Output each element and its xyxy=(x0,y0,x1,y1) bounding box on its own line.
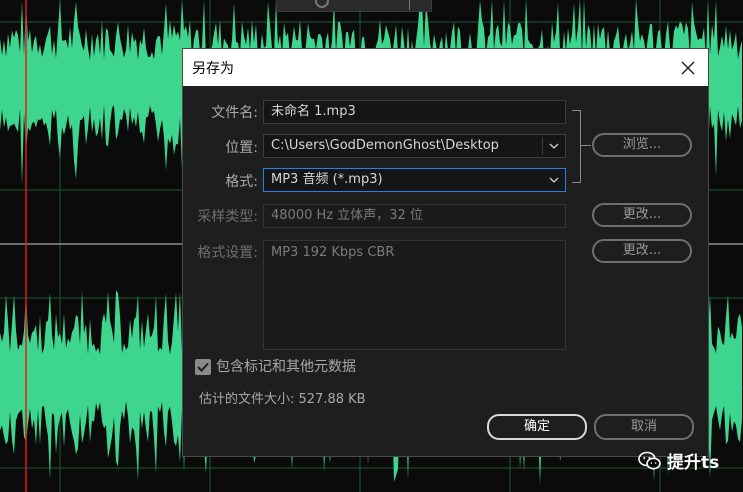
group-bracket xyxy=(572,110,581,183)
sample-type-field: 48000 Hz 立体声，32 位 xyxy=(263,204,566,228)
watermark: 提升ts xyxy=(638,448,719,473)
format-settings-field: MP3 192 Kbps CBR xyxy=(263,240,566,350)
filename-input[interactable]: 未命名 1.mp3 xyxy=(263,100,566,124)
dialog-titlebar[interactable]: 另存为 xyxy=(183,49,708,86)
location-value: C:\Users\GodDemonGhost\Desktop xyxy=(271,138,499,153)
filename-value: 未命名 1.mp3 xyxy=(271,104,356,119)
ok-button[interactable]: 确定 xyxy=(487,414,587,440)
include-markers-label[interactable]: 包含标记和其他元数据 xyxy=(216,359,356,375)
knob-icon[interactable] xyxy=(315,0,329,8)
format-dropdown-button[interactable] xyxy=(543,169,565,191)
format-value: MP3 音频 (*.mp3) xyxy=(271,172,383,187)
format-label: 格式: xyxy=(225,174,258,190)
wechat-icon xyxy=(638,451,661,469)
sample-type-value: 48000 Hz 立体声，32 位 xyxy=(271,208,423,223)
location-label: 位置: xyxy=(225,140,258,156)
include-markers-checkbox[interactable] xyxy=(195,359,211,375)
filename-label: 文件名: xyxy=(211,105,258,121)
group-bracket-tick xyxy=(580,145,591,146)
change-sample-type-button[interactable]: 更改... xyxy=(592,203,692,227)
change-format-settings-button[interactable]: 更改... xyxy=(592,239,692,263)
chevron-down-icon xyxy=(549,177,559,183)
tick-mark xyxy=(409,0,410,10)
format-settings-label: 格式设置: xyxy=(197,245,258,261)
cancel-button[interactable]: 取消 xyxy=(594,414,694,440)
close-icon xyxy=(681,61,695,74)
format-select[interactable]: MP3 音频 (*.mp3) xyxy=(263,168,566,192)
browse-button[interactable]: 浏览... xyxy=(592,133,692,157)
transport-widget[interactable] xyxy=(276,0,432,12)
checkmark-icon xyxy=(197,362,209,372)
dialog-title: 另存为 xyxy=(192,61,234,77)
save-as-dialog: 另存为 文件名: 未命名 1.mp3 位置: C:\Users\GodDemon… xyxy=(182,48,709,457)
sample-type-label: 采样类型: xyxy=(197,209,258,225)
watermark-text: 提升ts xyxy=(667,453,720,473)
chevron-down-icon xyxy=(549,143,559,149)
location-select[interactable]: C:\Users\GodDemonGhost\Desktop xyxy=(263,134,566,158)
estimated-file-size: 估计的文件大小: 527.88 KB xyxy=(199,392,366,407)
format-settings-value: MP3 192 Kbps CBR xyxy=(271,245,395,260)
location-dropdown-button[interactable] xyxy=(543,135,565,157)
close-button[interactable] xyxy=(668,49,708,86)
